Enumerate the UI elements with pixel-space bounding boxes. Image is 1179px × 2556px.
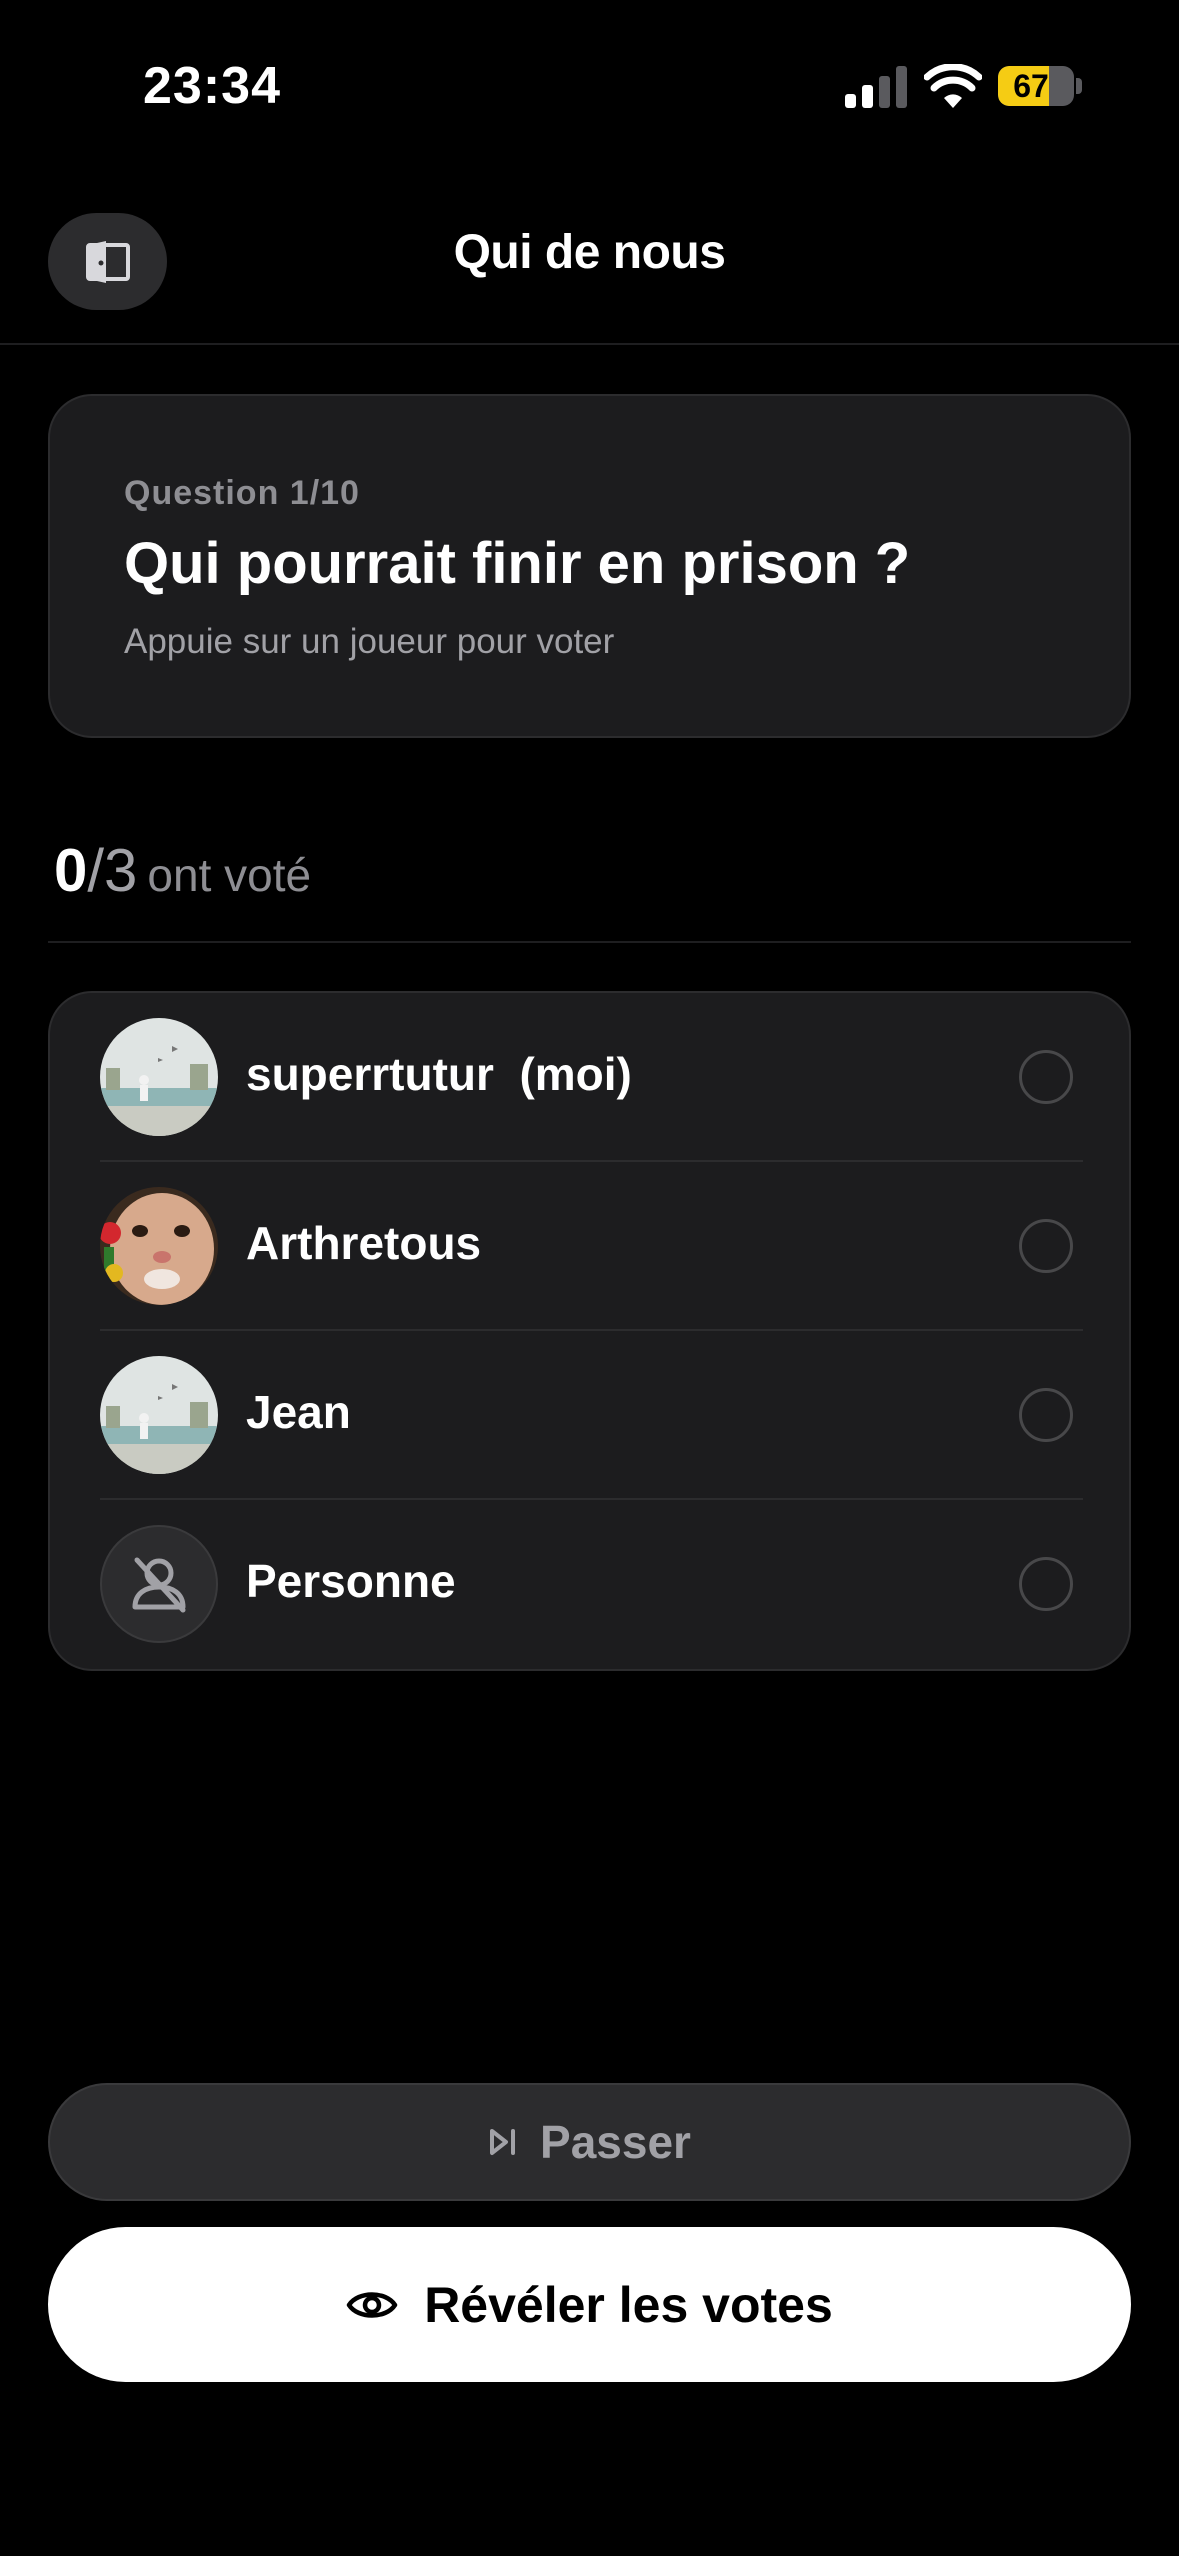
status-time: 23:34 — [143, 57, 281, 115]
vote-radio[interactable] — [1019, 1050, 1073, 1104]
vote-label: ont voté — [147, 849, 312, 901]
player-row[interactable]: Personne — [50, 1500, 1129, 1669]
wifi-icon — [924, 64, 982, 108]
beach-stormtrooper-avatar — [100, 1356, 218, 1474]
question-hint: Appuie sur un joueur pour voter — [124, 622, 615, 661]
page-title: Qui de nous — [453, 226, 726, 279]
vote-radio[interactable] — [1019, 1388, 1073, 1442]
question-text: Qui pourrait finir en prison ? — [124, 531, 911, 596]
reveal-votes-button[interactable]: Révéler les votes — [48, 2227, 1131, 2382]
no-person-icon — [100, 1525, 218, 1643]
vote-counter: 0/3 ont voté — [54, 836, 311, 905]
skip-forward-icon — [490, 2129, 516, 2155]
player-row[interactable]: Arthretous — [50, 1162, 1129, 1331]
player-row[interactable]: superrtutur (moi) — [50, 993, 1129, 1162]
player-list: superrtutur (moi) Arthretous Jean Person… — [48, 991, 1131, 1671]
battery-icon: 67 — [998, 66, 1074, 106]
player-name: Arthretous — [246, 1217, 482, 1269]
beach-stormtrooper-avatar — [100, 1018, 218, 1136]
player-row[interactable]: Jean — [50, 1331, 1129, 1500]
vote-radio[interactable] — [1019, 1557, 1073, 1611]
vote-radio[interactable] — [1019, 1219, 1073, 1273]
question-counter: Question 1/10 — [124, 474, 360, 512]
status-bar: 23:34 67 — [0, 0, 1179, 175]
cellular-signal-icon — [845, 66, 907, 108]
game-screen: 23:34 67 Qui de nous Question 1/10 Qui p… — [0, 0, 1179, 2556]
question-card: Question 1/10 Qui pourrait finir en pris… — [48, 394, 1131, 738]
skip-label: Passer — [540, 2116, 691, 2168]
player-name: Jean — [246, 1386, 351, 1438]
battery-level: 67 — [1013, 68, 1049, 104]
skip-button[interactable]: Passer — [48, 2083, 1131, 2201]
vote-count: 0 — [54, 837, 88, 904]
player-name: Personne — [246, 1555, 456, 1607]
cat-with-rose-avatar — [100, 1187, 218, 1305]
battery-cap — [1076, 78, 1082, 94]
vote-total: 3 — [104, 837, 138, 904]
reveal-votes-label: Révéler les votes — [424, 2276, 833, 2333]
player-name: superrtutur (moi) — [246, 1048, 632, 1100]
eye-icon — [346, 2291, 398, 2318]
vote-separator: / — [87, 837, 105, 904]
header: Qui de nous — [0, 175, 1179, 345]
divider — [48, 941, 1131, 943]
